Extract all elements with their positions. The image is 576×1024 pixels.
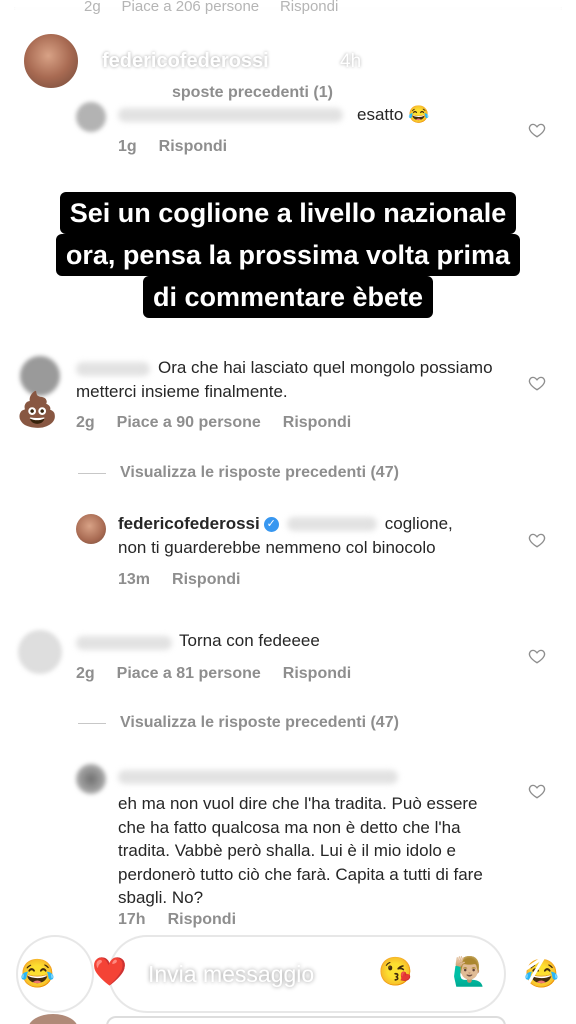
heart-icon[interactable] [528,531,546,549]
verified-badge-icon: ✓ [263,517,279,533]
story-avatar[interactable] [22,32,80,90]
reply-meta: 13m Rispondi [118,571,262,589]
heart-icon[interactable] [528,121,546,139]
comment-time: 1g [118,138,137,155]
reply-avatar[interactable] [76,764,106,794]
blurred-username [76,636,172,650]
reply-button[interactable]: Rispondi [283,665,351,682]
view-previous-replies[interactable]: Visualizza le risposte precedenti (47) [78,464,399,482]
story-reply-bar: 😂 Invia messaggio ❤️ 😘 ••• 🙋🏼‍♂️ 😂 [0,935,576,1024]
heart-emoji: ❤️ [92,956,127,987]
laughing-emoji: 😂 [20,958,55,989]
comment-time: 2g [76,665,95,682]
hidden-view-replies-text: sposte precedenti (1) [172,84,333,101]
story-username[interactable]: federicofederossi [102,50,269,73]
blurred-username [118,108,343,122]
comment-avatar[interactable] [20,356,60,396]
comment-meta: 2g Piace a 90 persone Rispondi [76,414,373,432]
heart-icon[interactable] [528,374,546,392]
send-message-input[interactable]: Invia messaggio [108,935,506,1013]
next-input-outline [106,1016,506,1024]
story-time: 4h [340,51,362,72]
reply-text-line1: coglione, [384,514,453,533]
reply-button[interactable]: Rispondi [159,138,227,155]
person-emoji: 🙋🏼‍♂️ [452,956,487,987]
comment-text: esatto 😂 [357,105,430,124]
reply-avatar[interactable] [76,514,106,544]
reply-text: federicofederossi ✓ coglione, non ti guard… [118,512,538,560]
blurred-mention [286,517,377,531]
close-icon[interactable] [518,42,558,82]
view-replies-label: Visualizza le risposte precedenti (47) [120,714,399,731]
comment-avatar[interactable] [76,102,106,132]
reply-username[interactable]: federicofederossi [118,514,260,533]
comment-meta: 1g Rispondi [118,138,249,156]
comment-text: Ora che hai lasciato quel mongolo possia… [76,358,493,401]
reply-time: 17h [118,911,146,928]
reply-button[interactable]: Rispondi [283,414,351,431]
poop-emoji: 💩 [16,391,59,429]
kiss-emoji: 😘 [378,956,413,987]
comment-meta: 2g Piace a 81 persone Rispondi [76,665,373,683]
reply-time: 13m [118,571,151,588]
likes-count[interactable]: Piace a 90 persone [117,414,261,431]
caption-line: ora, pensa la prossima volta prima [55,234,521,276]
likes-count[interactable]: Piace a 81 persone [117,665,261,682]
comment-time: 2g [76,414,95,431]
story-header: sposte precedenti (1) federicofederossi … [22,32,554,101]
story-caption: Sei un coglione a livello nazionale ora,… [0,192,576,318]
reply-button[interactable]: Rispondi [172,571,240,588]
previous-comment-meta: 2g Piace a 206 persone Rispondi [84,0,339,15]
reply-text-line2: non ti guarderebbe nemmeno col binocolo [118,538,436,557]
view-replies-label: Visualizza le risposte precedenti (47) [120,464,399,481]
divider-line [78,722,106,724]
divider-line [78,472,106,474]
heart-icon[interactable] [528,647,546,665]
comment-text: Torna con fedeeee [179,631,320,650]
reply-meta: 17h Rispondi [118,911,258,929]
blurred-username [118,770,398,784]
caption-line: di commentare èbete [142,276,434,318]
view-previous-replies[interactable]: Visualizza le risposte precedenti (47) [78,714,399,732]
send-icon[interactable] [500,951,548,995]
heart-icon[interactable] [528,782,546,800]
more-dots: ••• [414,963,431,980]
caption-line: Sei un coglione a livello nazionale [59,192,517,234]
reply-text: eh ma non vuol dire che l'ha tradita. Pu… [118,794,483,907]
reply-button[interactable]: Rispondi [168,911,236,928]
comment-avatar[interactable] [18,630,62,674]
